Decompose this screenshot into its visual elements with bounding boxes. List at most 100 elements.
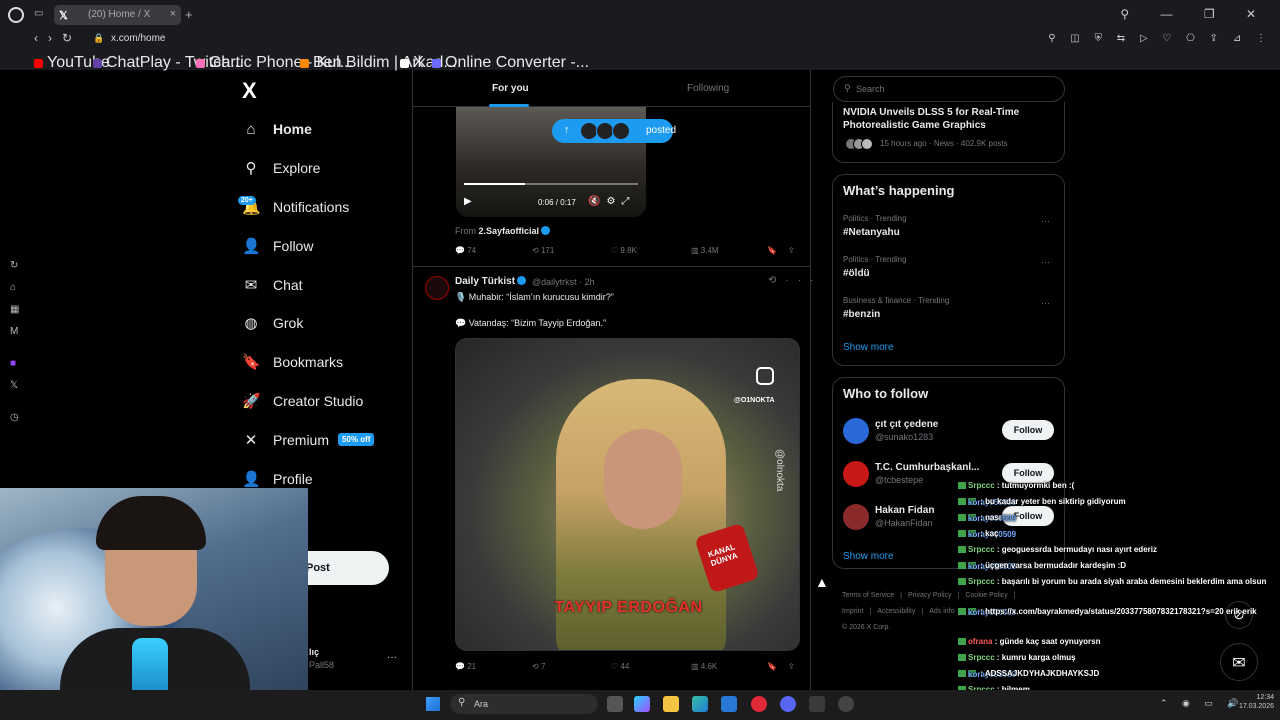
footer-link[interactable]: © 2026 X Corp. [842, 624, 890, 631]
mail-sidebar-icon[interactable]: M [10, 326, 18, 337]
chat-text: : kaç [980, 529, 999, 538]
account-name[interactable]: lıç [309, 647, 319, 657]
nav-buttons[interactable]: ‹›↻ [34, 31, 82, 45]
steam-icon[interactable] [809, 696, 825, 712]
trend-name[interactable]: #benzin [843, 309, 880, 320]
search-input[interactable]: ⚲ Search [833, 76, 1065, 102]
task-view-icon[interactable] [607, 696, 623, 712]
footer-link[interactable]: Ads info [929, 608, 954, 615]
views-button[interactable]: ▥ 4.6K [691, 662, 717, 671]
opera-taskbar-icon[interactable] [751, 696, 767, 712]
obs-icon[interactable] [838, 696, 854, 712]
follow-show-more[interactable]: Show more [843, 551, 894, 562]
windows-start-icon[interactable] [426, 697, 440, 711]
clock-icon[interactable]: ◷ [10, 412, 19, 423]
post2-video[interactable]: KANAL DÜNYA @O1NOKTA @olnokta TAYYIP ERD… [455, 338, 800, 651]
from-account-link[interactable]: 2.Sayfaofficial [479, 226, 540, 236]
url-field[interactable]: x.com/home [111, 33, 165, 44]
extension-icons[interactable]: ⚲ ◫ ⛨ ⇆ ▷ ♡ ⎔ ⇪ ⊿ ⋮ [1048, 33, 1272, 44]
news-title[interactable]: NVIDIA Unveils DLSS 5 for Real-Time Phot… [843, 106, 1043, 132]
trend-more-icon[interactable]: ··· [1041, 298, 1050, 308]
browser-tab[interactable]: 𝕏 (20) Home / X × [54, 5, 181, 25]
opera-logo-icon[interactable] [8, 7, 24, 23]
tab-following[interactable]: Following [687, 83, 729, 94]
bookmark-icon[interactable]: 🔖 [767, 246, 777, 255]
sidebar-item-creator-studio[interactable]: 🚀 Creator Studio [242, 388, 363, 414]
sidebar-item-home[interactable]: ⌂ Home [242, 116, 312, 142]
sidebar-item-label: Home [273, 121, 312, 137]
views-button[interactable]: ▥ 3.4M [691, 246, 719, 255]
share-icon[interactable]: ⇪ [788, 662, 795, 671]
share-icon[interactable]: ⇪ [788, 246, 795, 255]
footer-link[interactable]: Cookie Policy [965, 592, 1007, 599]
window-controls[interactable]: ⚲ — ❐ ✕ [1120, 7, 1270, 21]
sidebar-item-bookmarks[interactable]: 🔖 Bookmarks [242, 349, 343, 375]
chat-message: koray050509 : kaç [958, 529, 1278, 539]
tab-for-you[interactable]: For you [492, 83, 529, 94]
avatar[interactable] [843, 418, 869, 444]
avatar[interactable] [843, 504, 869, 530]
sidebar-item-notifications[interactable]: 🔔 Notifications [242, 194, 349, 220]
post-text-line: 💬 Vatandaş: “Bizim Tayyip Erdoğan.” [455, 318, 606, 328]
chat-text: : ADSSAJKDYHAJKDHAYKSJD [980, 669, 1100, 678]
video-controls[interactable]: 🔇⚙⤢ [588, 196, 635, 207]
close-tab-icon[interactable]: × [170, 8, 176, 20]
footer-link[interactable]: Accessibility [877, 608, 915, 615]
repost-button[interactable]: ⟲ 171 [532, 246, 554, 255]
sidebar-item-grok[interactable]: ◍ Grok [242, 310, 303, 336]
sidebar-item-follow[interactable]: 👤 Follow [242, 233, 313, 259]
store-icon[interactable] [721, 696, 737, 712]
avatar[interactable] [425, 276, 449, 300]
trends-show-more[interactable]: Show more [843, 342, 894, 353]
reply-button[interactable]: 💬 74 [455, 246, 476, 255]
follow-button[interactable]: Follow [1002, 420, 1054, 440]
reply-button[interactable]: 💬 21 [455, 662, 476, 671]
follow-suggestion-name[interactable]: çıt çıt çedene [875, 419, 938, 430]
new-tab-icon[interactable]: + [185, 7, 193, 22]
sidebar-item-chat[interactable]: ✉ Chat [242, 272, 303, 298]
ai-icon[interactable]: ⌂ [10, 282, 16, 293]
trend-name[interactable]: #Netanyahu [843, 227, 900, 238]
chat-message: koray050509 : nası [958, 513, 1278, 523]
video-watermark: @olnokta [774, 449, 785, 492]
like-button[interactable]: ♡ 9.8K [611, 246, 637, 255]
file-explorer-icon[interactable] [663, 696, 679, 712]
workspaces-icon[interactable]: ▭ [34, 8, 43, 19]
discord-icon[interactable] [780, 696, 796, 712]
bookmark-icon[interactable]: 🔖 [767, 662, 777, 671]
trend-more-icon[interactable]: ··· [1041, 257, 1050, 267]
follow-button[interactable]: Follow [1002, 463, 1054, 483]
post-more-icon[interactable]: ⟲··· [768, 275, 822, 286]
video-progress-bar[interactable] [464, 183, 638, 185]
sidebar-item-premium[interactable]: ✕ Premium [242, 427, 329, 453]
account-more-icon[interactable]: ··· [387, 652, 397, 663]
avatar[interactable] [843, 461, 869, 487]
copilot-icon[interactable] [634, 696, 650, 712]
footer-link[interactable]: Terms of Service [842, 592, 894, 599]
edge-icon[interactable] [692, 696, 708, 712]
new-posts-pill[interactable]: ↑ posted [552, 119, 676, 143]
chat-text: : günde kaç saat oynuyorsn [994, 637, 1101, 646]
footer-link[interactable]: Imprint [842, 608, 863, 615]
follow-suggestion-name[interactable]: T.C. Cumhurbaşkanl... [875, 462, 979, 473]
trend-name[interactable]: #öldü [843, 268, 870, 279]
play-icon[interactable]: ▶ [464, 196, 472, 207]
sidebar-item-explore[interactable]: ⚲ Explore [242, 155, 321, 181]
x-sidebar-icon[interactable]: 𝕏 [10, 380, 18, 391]
x-logo[interactable]: X [242, 78, 257, 104]
history-icon[interactable]: ↻ [10, 260, 18, 271]
bookmark-favicon-icon [432, 59, 441, 68]
twitch-icon[interactable]: ■ [10, 358, 16, 369]
tabs-icon[interactable]: ▦ [10, 304, 19, 315]
post-author-name[interactable]: Daily Türkist [455, 276, 527, 287]
follow-suggestion-handle: @tcbestepe [875, 475, 924, 485]
bookmark-favicon-icon [34, 59, 43, 68]
trend-more-icon[interactable]: ··· [1041, 216, 1050, 226]
repost-button[interactable]: ⟲ 7 [532, 662, 545, 671]
footer-separator: | [1013, 592, 1016, 599]
follow-suggestion-name[interactable]: Hakan Fidan [875, 505, 934, 516]
like-button[interactable]: ♡ 44 [611, 662, 629, 671]
footer-link[interactable]: Privacy Policy [908, 592, 952, 599]
taskbar-clock[interactable]: 12:34 17.03.2026 [1228, 693, 1274, 711]
taskbar-search[interactable]: ⚲ Ara [450, 694, 598, 714]
